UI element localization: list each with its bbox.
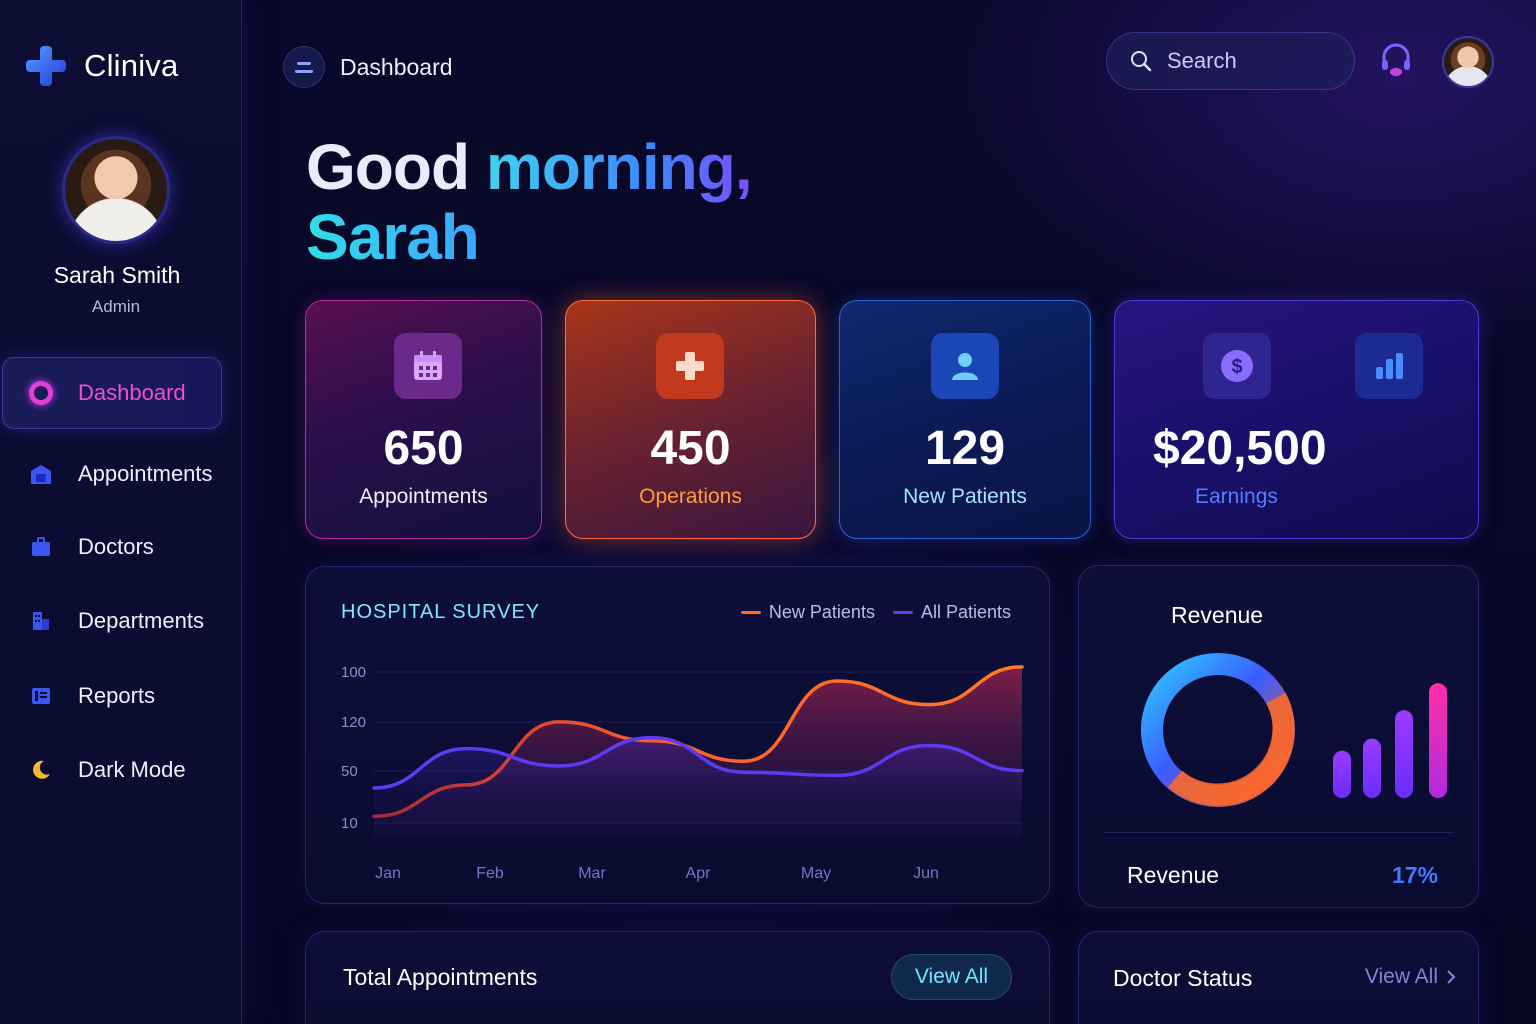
stat-card-new-patients[interactable]: 129 New Patients (839, 300, 1091, 539)
chart-legend: New Patients All Patients (740, 602, 1011, 623)
calendar-box-icon (28, 461, 54, 487)
sidebar: Cliniva Sarah Smith Admin Dashboard Appo… (0, 0, 242, 1024)
revenue-footer-label: Revenue (1127, 862, 1220, 888)
brand[interactable]: Cliniva (26, 46, 178, 86)
donut-segment-highlight (1167, 692, 1295, 806)
divider (1103, 832, 1454, 833)
greeting-name: Sarah (306, 201, 480, 273)
profile-avatar[interactable] (62, 136, 170, 244)
revenue-visual (1141, 653, 1447, 807)
view-all-link[interactable]: View All (1365, 965, 1456, 989)
legend-swatch (740, 611, 761, 614)
calendar-icon (394, 333, 462, 399)
x-tick-label: May (801, 865, 831, 882)
revenue-percent: 17% (1391, 862, 1438, 888)
stat-label: Earnings (1195, 485, 1278, 508)
sidebar-item-label: Doctors (78, 534, 154, 559)
stat-value: 650 (383, 422, 464, 475)
sidebar-item-label: Departments (78, 608, 204, 633)
revenue-bar (1429, 683, 1447, 798)
app-name: Cliniva (84, 48, 179, 83)
panel-title: Doctor Status (1113, 965, 1253, 991)
profile-role: Admin (91, 297, 141, 316)
sidebar-item-appointments[interactable]: Appointments (28, 452, 213, 496)
medical-cross-icon (656, 333, 724, 399)
stat-card-earnings[interactable]: $ $20,500 Earnings (1114, 300, 1479, 539)
menu-line (297, 61, 311, 65)
x-tick-label: Feb (476, 865, 504, 882)
user-avatar[interactable] (1442, 36, 1494, 88)
stat-card-operations[interactable]: 450 Operations (565, 300, 816, 539)
dollar-icon: $ (1203, 333, 1271, 399)
report-icon (28, 683, 54, 709)
hospital-survey-panel: 100 120 50 10 Jan Feb Mar Apr May Jun HOSPITAL SU… (305, 566, 1050, 904)
y-tick-label: 120 (341, 714, 366, 731)
y-tick-label: 50 (341, 763, 358, 780)
view-all-button[interactable]: View All (891, 954, 1012, 1000)
chevron-right-icon (1447, 970, 1456, 984)
stat-value: 129 (924, 422, 1006, 475)
greeting-prefix: Good (306, 131, 486, 203)
user-icon (931, 333, 999, 399)
ring-icon (28, 380, 54, 406)
sidebar-item-reports[interactable]: Reports (28, 674, 155, 718)
profile-name: Sarah Smith (53, 262, 181, 288)
sidebar-item-label: Reports (78, 683, 156, 708)
y-tick-label: 100 (341, 664, 366, 681)
legend-label: New Patients (768, 602, 875, 622)
total-appointments-panel: Total Appointments View All (305, 931, 1050, 1024)
search-input[interactable] (1167, 48, 1337, 74)
greeting-heading: Good morning, Sarah (306, 131, 753, 273)
building-icon (28, 608, 54, 634)
revenue-title: Revenue (1171, 602, 1264, 628)
sidebar-item-dark-mode[interactable]: Dark Mode (28, 748, 186, 792)
moon-icon (28, 757, 54, 783)
svg-text:$: $ (1231, 356, 1242, 378)
revenue-panel: Revenue Revenue 17% (1078, 565, 1479, 908)
headset-icon[interactable] (1380, 42, 1412, 78)
revenue-bars (1333, 683, 1447, 798)
sidebar-item-label: Appointments (78, 461, 213, 486)
x-tick-label: Jun (913, 865, 939, 882)
bar-chart-icon (1355, 333, 1423, 399)
sidebar-item-label: Dashboard (78, 380, 186, 405)
legend-swatch (892, 611, 913, 614)
stat-value: 450 (650, 422, 731, 475)
revenue-bar (1395, 710, 1413, 798)
stat-label: Appointments (359, 485, 488, 508)
legend-item-all-patients[interactable]: All Patients (892, 602, 1011, 623)
x-tick-label: Mar (578, 865, 606, 882)
legend-item-new-patients[interactable]: New Patients (740, 602, 875, 623)
cross-logo-icon (26, 46, 66, 86)
x-tick-label: Apr (686, 865, 712, 882)
chart-title: HOSPITAL SURVEY (341, 601, 541, 623)
briefcase-icon (28, 534, 54, 560)
sidebar-item-dashboard[interactable]: Dashboard (28, 371, 186, 415)
legend-label: All Patients (920, 602, 1011, 622)
stat-label: New Patients (903, 485, 1027, 508)
revenue-bar (1363, 738, 1381, 798)
menu-line (295, 69, 313, 73)
search-icon (1131, 51, 1152, 72)
sidebar-item-departments[interactable]: Departments (28, 599, 204, 643)
menu-toggle-button[interactable] (283, 46, 325, 88)
stat-value: $20,500 (1153, 422, 1327, 475)
breadcrumb: Dashboard (340, 54, 453, 80)
x-tick-label: Jan (375, 865, 401, 882)
stat-label: Operations (639, 485, 742, 508)
search-bar[interactable] (1106, 32, 1355, 90)
greeting-time: morning, (485, 131, 753, 203)
panel-title: Total Appointments (343, 964, 538, 990)
doctor-status-panel: Doctor Status View All (1078, 931, 1479, 1024)
stat-card-appointments[interactable]: 650 Appointments (305, 300, 542, 539)
view-all-label: View All (1364, 965, 1438, 988)
sidebar-item-doctors[interactable]: Doctors (28, 525, 154, 569)
y-tick-label: 10 (341, 815, 358, 832)
revenue-bar (1333, 750, 1351, 798)
sidebar-item-label: Dark Mode (78, 757, 186, 782)
